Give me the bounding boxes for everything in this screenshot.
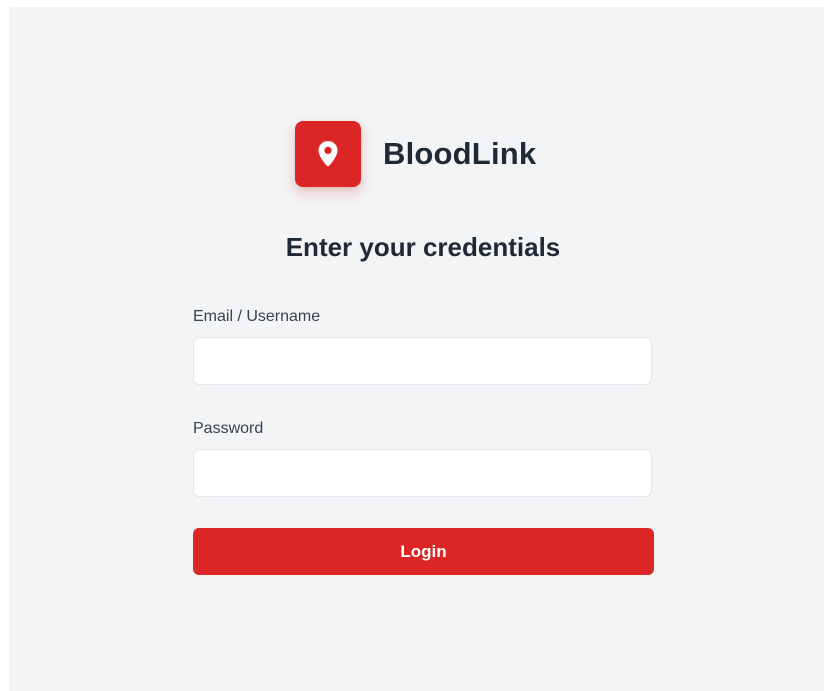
email-field[interactable]	[193, 337, 652, 385]
email-label: Email / Username	[193, 308, 321, 325]
login-button[interactable]: Login	[193, 528, 654, 575]
password-label: Password	[193, 420, 264, 437]
map-pin-icon	[318, 141, 338, 167]
brand-header: BloodLink	[295, 121, 536, 187]
form-heading: Enter your credentials	[285, 232, 561, 262]
password-field[interactable]	[193, 449, 652, 497]
brand-name: BloodLink	[383, 136, 537, 171]
brand-logo	[295, 121, 361, 187]
